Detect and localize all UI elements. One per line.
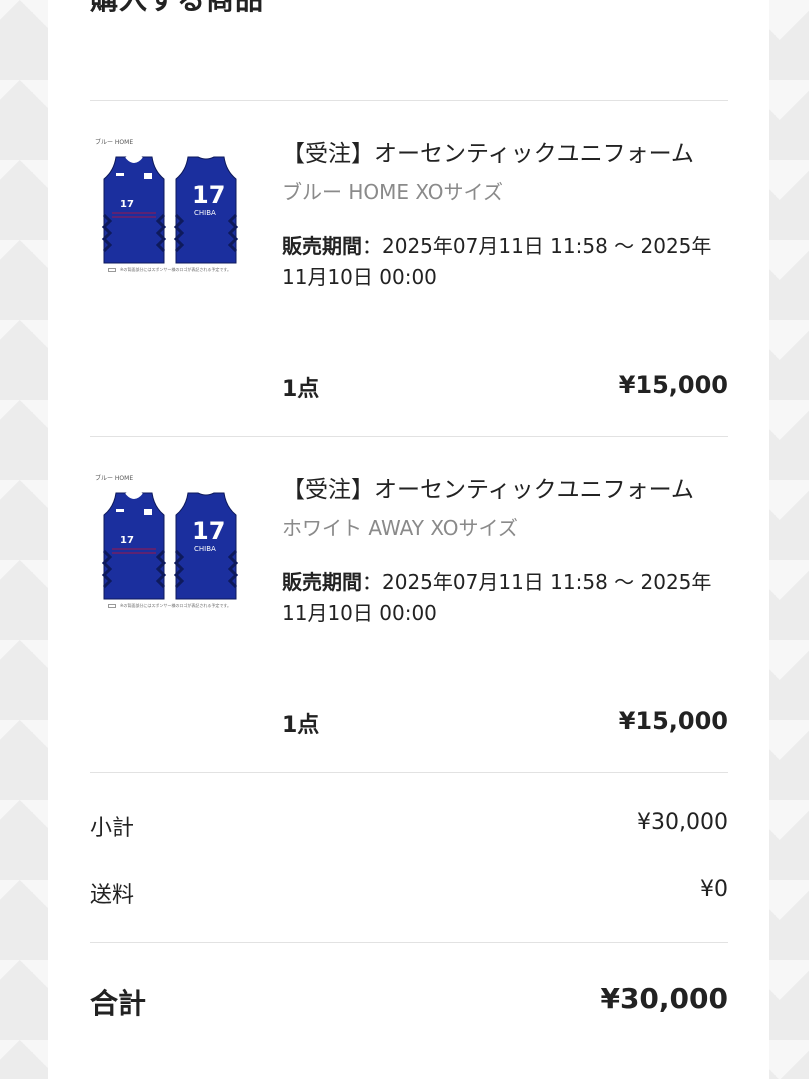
shipping-row: 送料 ¥0 <box>90 877 728 909</box>
item-footer: 1点 ¥15,000 <box>282 707 728 739</box>
subtotal-row: 小計 ¥30,000 <box>90 810 728 842</box>
item-quantity: 1点 <box>282 713 320 738</box>
divider <box>90 772 728 773</box>
item-price: ¥15,000 <box>618 707 728 735</box>
cart-item: ブルー HOME 17 17 CHIBA ※の背面部分にはスポンサー様のロゴが表… <box>90 473 728 743</box>
sales-period: 販売期間：2025年07月11日 11:58 〜 2025年11月10日 00:… <box>282 231 728 293</box>
jersey-front-icon: 17 <box>102 492 166 600</box>
divider <box>90 942 728 943</box>
jersey-back-icon: 17 CHIBA <box>174 156 238 264</box>
image-caption: ブルー HOME <box>95 475 134 482</box>
divider <box>90 436 728 437</box>
jersey-back-number: 17 <box>192 181 225 209</box>
jersey-back-icon: 17 CHIBA <box>174 492 238 600</box>
product-image[interactable]: ブルー HOME 17 17 CHIBA ※の背面部分にはスポンサー様のロゴが表… <box>90 473 240 623</box>
shipping-value: ¥0 <box>700 877 728 902</box>
product-name[interactable]: 【受注】オーセンティックユニフォーム <box>282 473 728 507</box>
jersey-front-number: 17 <box>120 535 134 546</box>
item-footer: 1点 ¥15,000 <box>282 371 728 403</box>
note-box <box>108 604 116 608</box>
subtotal-label: 小計 <box>90 816 135 841</box>
total-row: 合計 ¥30,000 <box>90 982 728 1022</box>
subtotal-value: ¥30,000 <box>637 810 728 835</box>
item-price: ¥15,000 <box>618 371 728 399</box>
jersey-front-number: 17 <box>120 199 134 210</box>
sales-period-separator: ： <box>362 234 382 258</box>
image-note: ※の背面部分にはスポンサー様のロゴが表記される予定です。 <box>120 267 231 272</box>
total-value: ¥30,000 <box>600 982 728 1015</box>
section-title: 購入する商品 <box>90 0 264 18</box>
sales-period-label: 販売期間 <box>282 570 362 594</box>
jersey-team-text: CHIBA <box>194 545 216 553</box>
shipping-label: 送料 <box>90 883 135 908</box>
order-card: 購入する商品 ブルー HOME 17 17 CHIBA <box>48 0 769 1079</box>
image-caption: ブルー HOME <box>95 139 134 146</box>
cart-item: ブルー HOME 17 17 CHIBA ※の背面部分にはスポンサー様のロゴが表… <box>90 137 728 407</box>
note-box <box>108 268 116 272</box>
sales-period-separator: ： <box>362 570 382 594</box>
sales-period: 販売期間：2025年07月11日 11:58 〜 2025年11月10日 00:… <box>282 567 728 629</box>
product-variant: ブルー HOME XOサイズ <box>282 180 503 204</box>
image-note: ※の背面部分にはスポンサー様のロゴが表記される予定です。 <box>120 603 231 608</box>
product-image[interactable]: ブルー HOME 17 17 CHIBA ※の背面部分にはスポンサー様のロゴが表… <box>90 137 240 287</box>
total-label: 合計 <box>90 987 147 1020</box>
item-quantity: 1点 <box>282 377 320 402</box>
divider <box>90 100 728 101</box>
jersey-team-text: CHIBA <box>194 209 216 217</box>
jersey-back-number: 17 <box>192 517 225 545</box>
item-info: 【受注】オーセンティックユニフォーム ホワイト AWAY XOサイズ 販売期間：… <box>282 473 728 629</box>
product-variant: ホワイト AWAY XOサイズ <box>282 516 518 540</box>
product-name[interactable]: 【受注】オーセンティックユニフォーム <box>282 137 728 171</box>
jersey-front-icon: 17 <box>102 156 166 264</box>
sales-period-label: 販売期間 <box>282 234 362 258</box>
item-info: 【受注】オーセンティックユニフォーム ブルー HOME XOサイズ 販売期間：2… <box>282 137 728 293</box>
